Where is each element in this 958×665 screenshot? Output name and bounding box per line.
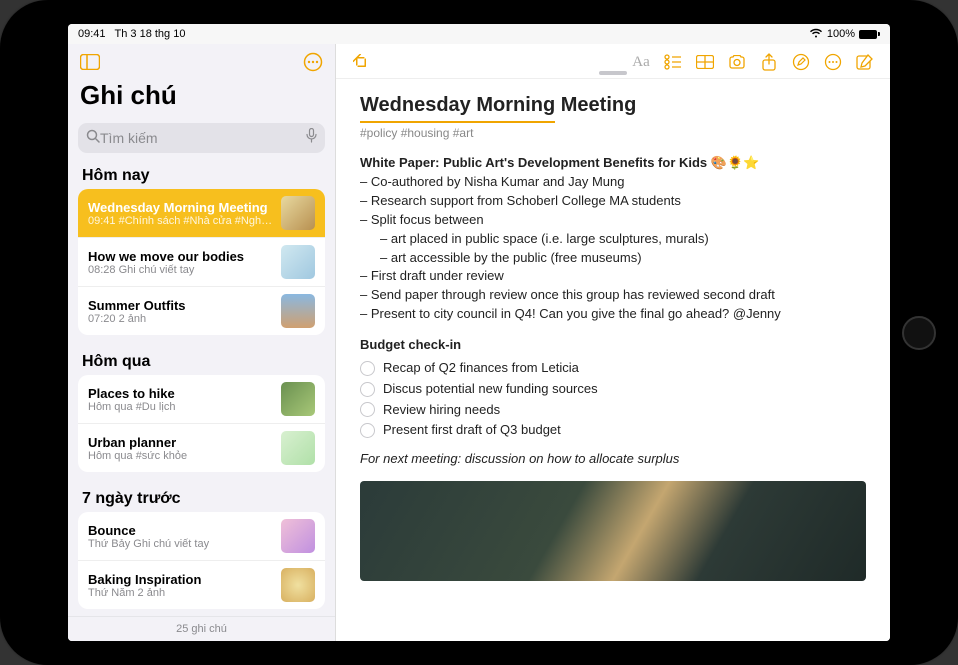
note-line: – art placed in public space (i.e. large… bbox=[380, 230, 866, 249]
note-attached-image[interactable] bbox=[360, 481, 866, 581]
note-item-subtitle: 09:41 #Chính sách #Nhà cửa #Nghệ... bbox=[88, 215, 273, 227]
sidebar-title: Ghi chú bbox=[68, 74, 335, 117]
note-item-title: Wednesday Morning Meeting bbox=[88, 200, 273, 215]
home-button[interactable] bbox=[902, 316, 936, 350]
note-item-title: Baking Inspiration bbox=[88, 572, 273, 587]
battery-percent: 100% bbox=[827, 28, 855, 40]
checklist-item[interactable]: Discus potential new funding sources bbox=[360, 380, 866, 399]
note-list-item[interactable]: BounceThứ Bảy Ghi chú viết tay bbox=[78, 512, 325, 561]
note-line: – art accessible by the public (free mus… bbox=[380, 249, 866, 268]
note-editor: Aa bbox=[336, 44, 890, 641]
checklist-label: Present first draft of Q3 budget bbox=[383, 421, 561, 440]
note-hashtags: #policy #housing #art bbox=[360, 125, 866, 142]
note-list-item[interactable]: Places to hikeHôm qua #Du lịch bbox=[78, 375, 325, 424]
section-header: Hôm nay bbox=[68, 161, 335, 189]
checklist-item[interactable]: Review hiring needs bbox=[360, 401, 866, 420]
note-line: – Research support from Schoberl College… bbox=[360, 192, 866, 211]
note-list-item[interactable]: Urban plannerHôm qua #sức khỏe bbox=[78, 424, 325, 472]
status-time: 09:41 bbox=[78, 28, 106, 40]
note-content[interactable]: Wednesday Morning Meeting #policy #housi… bbox=[336, 79, 890, 593]
note-item-title: Summer Outfits bbox=[88, 298, 273, 313]
whitepaper-heading: White Paper: Public Art's Development Be… bbox=[360, 155, 707, 170]
search-input[interactable] bbox=[100, 130, 306, 146]
note-line: – Present to city council in Q4! Can you… bbox=[360, 305, 866, 324]
checklist-item[interactable]: Recap of Q2 finances from Leticia bbox=[360, 359, 866, 378]
table-icon[interactable] bbox=[692, 50, 718, 74]
note-thumbnail bbox=[281, 568, 315, 602]
search-icon bbox=[86, 129, 100, 148]
budget-heading: Budget check-in bbox=[360, 336, 866, 355]
status-date: Th 3 18 thg 10 bbox=[115, 28, 186, 40]
note-item-subtitle: Thứ Bảy Ghi chú viết tay bbox=[88, 538, 273, 550]
note-line: – First draft under review bbox=[360, 267, 866, 286]
sidebar-toggle-icon[interactable] bbox=[78, 50, 102, 74]
more-options-icon[interactable] bbox=[301, 50, 325, 74]
expand-icon[interactable] bbox=[348, 50, 374, 74]
note-item-subtitle: 08:28 Ghi chú viết tay bbox=[88, 264, 273, 276]
note-thumbnail bbox=[281, 196, 315, 230]
note-thumbnail bbox=[281, 431, 315, 465]
note-item-subtitle: Hôm qua #sức khỏe bbox=[88, 450, 273, 462]
note-title: Wednesday Morning Meeting bbox=[360, 91, 866, 123]
camera-icon[interactable] bbox=[724, 50, 750, 74]
checklist-icon[interactable] bbox=[660, 50, 686, 74]
section-header: Hôm qua bbox=[68, 347, 335, 375]
note-list-item[interactable]: How we move our bodies08:28 Ghi chú viết… bbox=[78, 238, 325, 287]
note-item-title: Urban planner bbox=[88, 435, 273, 450]
search-field[interactable] bbox=[78, 123, 325, 153]
emoji-decoration: 🎨🌻⭐ bbox=[711, 155, 760, 170]
more-icon[interactable] bbox=[820, 50, 846, 74]
note-thumbnail bbox=[281, 382, 315, 416]
note-item-title: Places to hike bbox=[88, 386, 273, 401]
wifi-icon bbox=[809, 28, 823, 41]
note-line: – Send paper through review once this gr… bbox=[360, 286, 866, 305]
checklist-label: Recap of Q2 finances from Leticia bbox=[383, 359, 579, 378]
note-item-subtitle: Hôm qua #Du lịch bbox=[88, 401, 273, 413]
checklist-item[interactable]: Present first draft of Q3 budget bbox=[360, 421, 866, 440]
note-item-title: How we move our bodies bbox=[88, 249, 273, 264]
checklist-label: Discus potential new funding sources bbox=[383, 380, 598, 399]
note-line: – Co-authored by Nisha Kumar and Jay Mun… bbox=[360, 173, 866, 192]
checkbox-icon[interactable] bbox=[360, 402, 375, 417]
note-thumbnail bbox=[281, 519, 315, 553]
note-list-item[interactable]: Summer Outfits07:20 2 ảnh bbox=[78, 287, 325, 335]
checkbox-icon[interactable] bbox=[360, 361, 375, 376]
markup-icon[interactable] bbox=[788, 50, 814, 74]
note-line: – Split focus between bbox=[360, 211, 866, 230]
note-item-subtitle: 07:20 2 ảnh bbox=[88, 313, 273, 325]
note-thumbnail bbox=[281, 245, 315, 279]
compose-icon[interactable] bbox=[852, 50, 878, 74]
checkbox-icon[interactable] bbox=[360, 382, 375, 397]
format-text-icon[interactable]: Aa bbox=[628, 50, 654, 74]
share-icon[interactable] bbox=[756, 50, 782, 74]
grab-handle-icon[interactable] bbox=[599, 71, 627, 75]
note-item-subtitle: Thứ Năm 2 ảnh bbox=[88, 587, 273, 599]
note-list-item[interactable]: Wednesday Morning Meeting09:41 #Chính sá… bbox=[78, 189, 325, 238]
note-thumbnail bbox=[281, 294, 315, 328]
sidebar: Ghi chú Hôm nayWednesday Morning Meeting… bbox=[68, 44, 336, 641]
section-header: 7 ngày trước bbox=[68, 484, 335, 512]
next-meeting-note: For next meeting: discussion on how to a… bbox=[360, 450, 866, 469]
dictate-icon[interactable] bbox=[306, 128, 317, 148]
sidebar-footer: 25 ghi chú bbox=[68, 616, 335, 641]
status-bar: 09:41 Th 3 18 thg 10 100% bbox=[68, 24, 890, 44]
note-item-title: Bounce bbox=[88, 523, 273, 538]
note-list-item[interactable]: Baking InspirationThứ Năm 2 ảnh bbox=[78, 561, 325, 609]
checklist-label: Review hiring needs bbox=[383, 401, 500, 420]
checkbox-icon[interactable] bbox=[360, 423, 375, 438]
battery-icon bbox=[859, 30, 880, 39]
